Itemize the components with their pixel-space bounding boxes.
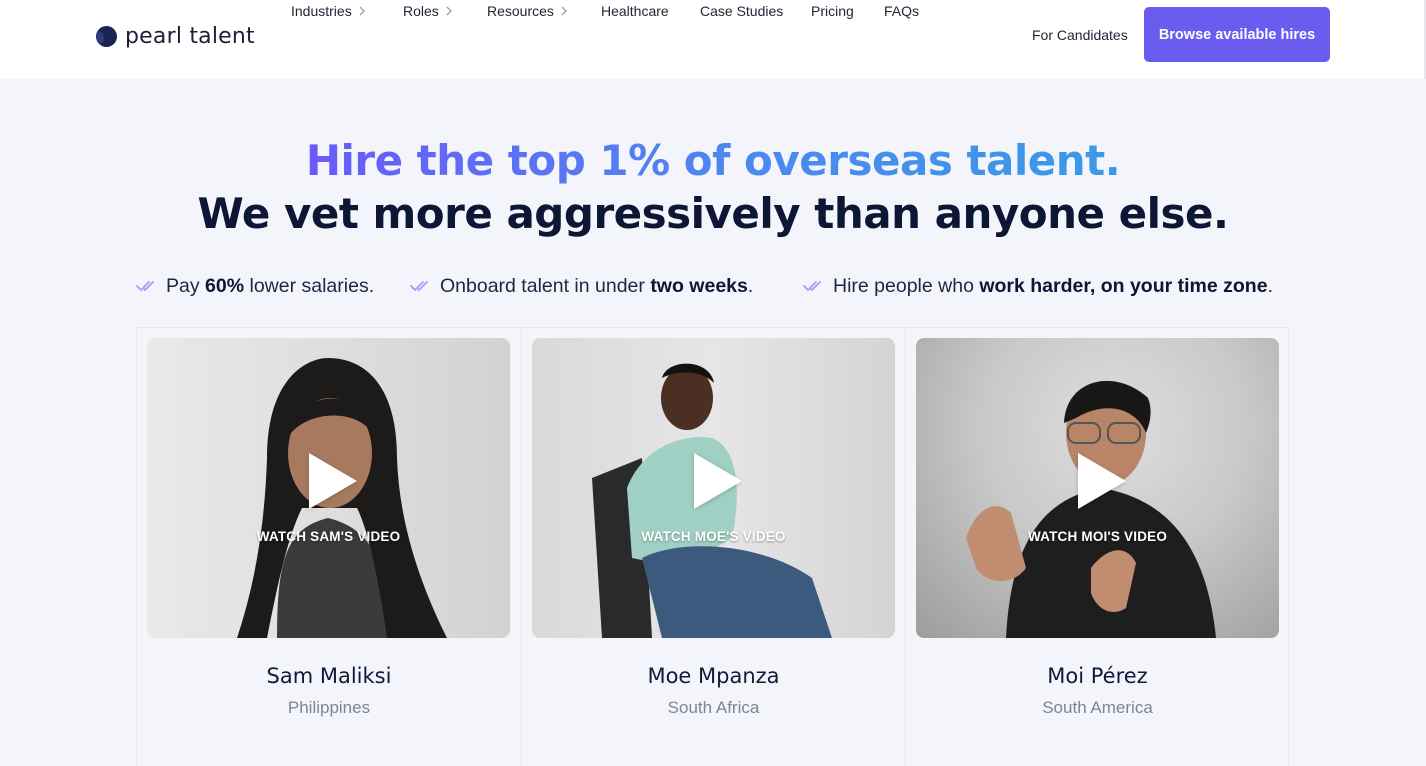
- nav-item-label: Industries: [291, 3, 352, 19]
- watch-video-label: WATCH SAM'S VIDEO: [256, 529, 401, 544]
- hero-headline-primary: Hire the top 1% of overseas talent.: [0, 135, 1426, 187]
- value-prop-post: .: [747, 274, 754, 297]
- nav-item-resources[interactable]: Resources: [487, 0, 570, 22]
- talent-name: Moe Mpanza: [647, 664, 780, 688]
- value-prop-salaries: Pay 60% lower salaries.: [136, 272, 374, 300]
- nav-item-label: Pricing: [811, 3, 854, 19]
- nav-item-label: Resources: [487, 3, 554, 19]
- double-check-icon: [410, 281, 428, 292]
- top-navigation: pearl talent Industries Roles Resources …: [0, 0, 1426, 79]
- play-icon: [693, 453, 742, 509]
- double-check-icon: [803, 281, 821, 292]
- value-prop-pre: Pay: [166, 274, 206, 297]
- double-check-icon: [136, 281, 154, 292]
- chevron-right-icon: [446, 6, 452, 16]
- value-props: Pay 60% lower salaries. Onboard talent i…: [136, 272, 1296, 300]
- talent-card-sam: WATCH SAM'S VIDEO Sam Maliksi Philippine…: [137, 328, 521, 766]
- for-candidates-link[interactable]: For Candidates: [1032, 24, 1128, 46]
- browse-available-hires-button[interactable]: Browse available hires: [1144, 7, 1330, 62]
- video-thumbnail[interactable]: WATCH MOE'S VIDEO: [532, 338, 895, 638]
- talent-card-moi: WATCH MOI'S VIDEO Moi Pérez South Americ…: [905, 328, 1289, 766]
- play-icon: [308, 453, 357, 509]
- value-prop-post: lower salaries.: [244, 274, 375, 297]
- nav-item-case-studies[interactable]: Case Studies: [700, 0, 783, 22]
- value-prop-timezone: Hire people who work harder, on your tim…: [803, 272, 1273, 300]
- nav-item-pricing[interactable]: Pricing: [811, 0, 854, 22]
- nav-item-industries[interactable]: Industries: [291, 0, 368, 22]
- pearl-logo-icon: [96, 25, 117, 47]
- hero-headline-secondary: We vet more aggressively than anyone els…: [197, 189, 1229, 238]
- talent-card-moe: WATCH MOE'S VIDEO Moe Mpanza South Afric…: [521, 328, 905, 766]
- talent-name: Moi Pérez: [1047, 664, 1148, 688]
- nav-item-faqs[interactable]: FAQs: [884, 0, 919, 22]
- video-thumbnail[interactable]: WATCH SAM'S VIDEO: [147, 338, 510, 638]
- logo-text: pearl talent: [125, 23, 255, 49]
- value-prop-post: .: [1267, 274, 1273, 297]
- nav-item-label: Healthcare: [601, 3, 669, 19]
- talent-location: South Africa: [667, 698, 760, 717]
- logo[interactable]: pearl talent: [96, 22, 255, 50]
- chevron-right-icon: [359, 6, 365, 16]
- talent-name: Sam Maliksi: [266, 664, 392, 688]
- value-prop-pre: Onboard talent in under: [440, 274, 651, 297]
- nav-item-healthcare[interactable]: Healthcare: [601, 0, 669, 22]
- hero-headline-gradient-text: Hire the top 1% of overseas talent.: [305, 136, 1121, 185]
- talent-location: Philippines: [287, 698, 371, 717]
- value-prop-onboard: Onboard talent in under two weeks.: [410, 272, 753, 300]
- watch-video-label: WATCH MOI'S VIDEO: [1027, 529, 1168, 544]
- nav-item-label: Case Studies: [700, 3, 784, 19]
- nav-item-roles[interactable]: Roles: [403, 0, 455, 22]
- value-prop-pre: Hire people who: [833, 274, 980, 297]
- talent-location: South America: [1042, 698, 1153, 717]
- video-thumbnail[interactable]: WATCH MOI'S VIDEO: [916, 338, 1279, 638]
- play-icon: [1077, 453, 1126, 509]
- chevron-right-icon: [561, 6, 567, 16]
- value-prop-bold: 60%: [205, 274, 245, 297]
- watch-video-label: WATCH MOE'S VIDEO: [641, 529, 786, 544]
- nav-item-label: FAQs: [884, 3, 920, 19]
- value-prop-bold: two weeks: [650, 274, 748, 297]
- value-prop-bold: work harder, on your time zone: [979, 274, 1268, 297]
- talent-cards: WATCH SAM'S VIDEO Sam Maliksi Philippine…: [136, 327, 1289, 766]
- nav-item-label: Roles: [403, 3, 439, 19]
